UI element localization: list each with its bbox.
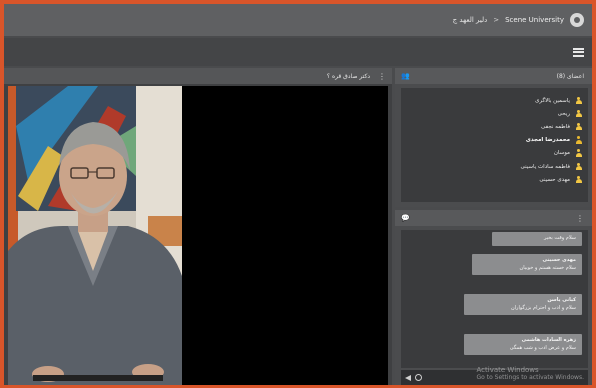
- watermark-line2: Go to Settings to activate Windows.: [476, 374, 584, 381]
- person-icon: [575, 109, 582, 118]
- meeting-name: دلیر العهد ج: [452, 16, 488, 24]
- attendee-list: یاسمین بالاگری ریحی فاطمه نجفی محمدرضا ا…: [401, 88, 588, 202]
- attendee-name: فاطمه سادات یاسینی: [520, 163, 570, 170]
- attendee-name: فاطمه نجفی: [540, 123, 570, 130]
- chat-bubble-icon[interactable]: 💬: [401, 214, 410, 222]
- windows-activation-watermark: Activate Windows Go to Settings to activ…: [477, 366, 584, 381]
- chat-sender: مهدی حسینی: [542, 257, 576, 263]
- chat-pod: 💬 ⋮ سلام وقت بخیر مهدی حسینی سلام خسته ه…: [395, 210, 592, 385]
- attendee-name: موسان: [553, 150, 570, 157]
- video-pod-title: دکتر صادق قره ؟: [326, 72, 370, 80]
- vertical-dots-icon[interactable]: ⋮: [576, 214, 584, 223]
- video-pod-header: دکتر صادق قره ؟ ⋮: [4, 68, 392, 84]
- chat-message-text: سلام و عرض ادب و شب همگی: [509, 344, 576, 351]
- org-name: Scene University: [505, 16, 564, 24]
- attendees-group-icon[interactable]: 👥: [401, 72, 410, 80]
- attendee-row[interactable]: موسان: [401, 147, 582, 160]
- chat-message-text: سلام وقت بخیر: [543, 235, 576, 241]
- chat-message-text: سلام و ادب و احترام بزرگواران: [511, 304, 576, 311]
- university-logo-icon: [570, 13, 584, 27]
- attendee-row[interactable]: مهدی حسینی: [401, 173, 582, 186]
- chat-message: مهدی حسینی سلام خسته هستم و خوبیان: [472, 254, 582, 275]
- attendee-row[interactable]: فاطمه سادات یاسینی: [401, 160, 582, 173]
- person-icon: [575, 162, 582, 171]
- toolbar: [4, 38, 592, 66]
- send-icon[interactable]: [405, 374, 411, 381]
- attendee-name: یاسمین بالاگری: [535, 97, 570, 104]
- attendee-name: محمدرضا امجدی: [525, 137, 570, 144]
- attendee-row[interactable]: ریحی: [401, 107, 582, 120]
- chat-pod-header: 💬 ⋮: [395, 210, 592, 226]
- attendee-row-host[interactable]: محمدرضا امجدی: [401, 134, 582, 147]
- attendees-pod-title: اعضای (8): [556, 72, 584, 80]
- chat-sender: کیانی یاسن: [547, 297, 576, 303]
- chat-message-text: سلام خسته هستم و خوبیان: [519, 264, 576, 271]
- attendee-row[interactable]: یاسمین بالاگری: [401, 94, 582, 107]
- person-icon: [575, 149, 582, 157]
- attendees-pod: 👥 اعضای (8) یاسمین بالاگری ریحی فاطمه نج…: [395, 68, 592, 207]
- vertical-dots-icon[interactable]: ⋮: [378, 72, 386, 81]
- chat-message: زهره السادات هاشمی سلام و عرض ادب و شب ه…: [464, 334, 582, 355]
- video-pod: دکتر صادق قره ؟ ⋮: [4, 68, 392, 385]
- meeting-app: دلیر العهد ج > Scene University دکتر صاد…: [4, 4, 592, 385]
- attendee-row[interactable]: فاطمه نجفی: [401, 120, 582, 133]
- chat-message: سلام وقت بخیر: [492, 232, 582, 246]
- hamburger-menu-icon[interactable]: [573, 47, 584, 57]
- attendees-pod-header: 👥 اعضای (8): [395, 68, 592, 84]
- attendee-name: ریحی: [557, 110, 570, 117]
- watermark-line1: Activate Windows: [476, 366, 539, 374]
- title-bar: دلیر العهد ج > Scene University: [4, 4, 592, 36]
- person-icon: [575, 96, 582, 105]
- person-icon: [575, 122, 582, 131]
- attendee-name: مهدی حسینی: [539, 176, 570, 183]
- chat-messages: سلام وقت بخیر مهدی حسینی سلام خسته هستم …: [401, 230, 588, 368]
- breadcrumb-separator: >: [493, 16, 500, 24]
- host-person-icon: [575, 136, 582, 144]
- emoji-icon[interactable]: [415, 374, 422, 381]
- person-icon: [575, 175, 582, 184]
- chat-sender: زهره السادات هاشمی: [521, 337, 576, 343]
- chat-message: کیانی یاسن سلام و ادب و احترام بزرگواران: [464, 294, 582, 315]
- webcam-feed: [8, 86, 182, 385]
